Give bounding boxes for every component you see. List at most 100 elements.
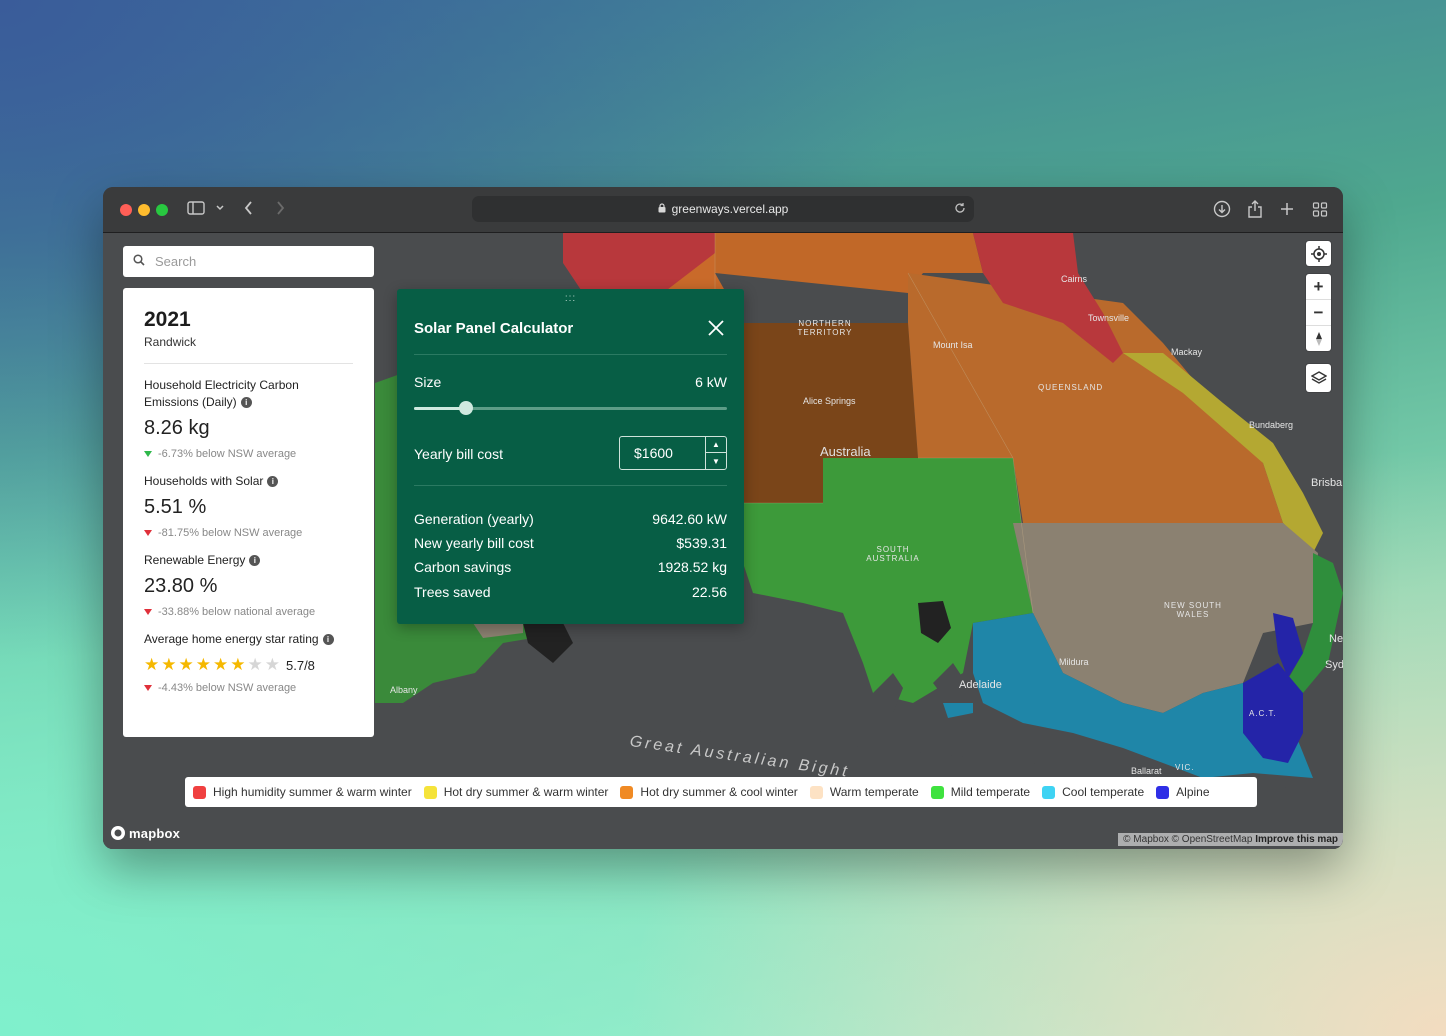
legend-swatch <box>1156 785 1170 799</box>
legend-item: Hot dry summer & warm winter <box>423 785 609 799</box>
result-value: 22.56 <box>691 584 727 600</box>
map-canvas[interactable]: NORTHERN TERRITORY QUEENSLAND SOUTH AUST… <box>103 233 1343 849</box>
star-rating: ★ ★ ★ ★ ★ ★ ★ ★ 5.7/8 <box>144 656 353 674</box>
legend-swatch <box>193 785 206 799</box>
stat-renewable-energy: Renewable Energy i 23.80 % -33.88% below … <box>144 552 353 618</box>
legend-label: Alpine <box>1176 785 1210 799</box>
star-icon: ★ <box>195 655 211 674</box>
legend-item: Warm temperate <box>809 785 919 799</box>
result-row: Carbon savings 1928.52 kg <box>414 559 727 575</box>
divider <box>414 354 727 355</box>
slider-fill <box>414 407 466 410</box>
bill-label: Yearly bill cost <box>414 446 503 462</box>
tab-overview-icon[interactable] <box>1312 200 1328 218</box>
minimize-window-button[interactable] <box>138 204 150 216</box>
result-value: 9642.60 kW <box>652 511 727 527</box>
share-icon[interactable] <box>1247 200 1263 218</box>
decrement-button[interactable]: ▼ <box>706 453 726 469</box>
stat-comparison: -81.75% below NSW average <box>158 527 303 539</box>
compass-button[interactable] <box>1306 326 1331 351</box>
zoom-in-button[interactable]: + <box>1306 274 1331 300</box>
info-icon[interactable]: i <box>267 476 279 488</box>
result-value: $539.31 <box>676 535 727 551</box>
layers-icon[interactable] <box>1306 364 1331 392</box>
search-box[interactable] <box>123 246 374 277</box>
forward-icon[interactable] <box>274 200 286 216</box>
suburb-stats-panel: 2021 Randwick Household Electricity Carb… <box>123 288 374 737</box>
legend-swatch <box>809 785 823 799</box>
slider-thumb[interactable] <box>458 401 473 415</box>
stat-label: Household Electricity Carbon Emissions (… <box>144 378 299 409</box>
sidebar-toggle-icon[interactable] <box>187 200 205 216</box>
search-input[interactable] <box>153 253 357 270</box>
result-label: Generation (yearly) <box>414 511 534 527</box>
city-newcastle: Ne <box>1329 633 1343 645</box>
calculator-title: Solar Panel Calculator <box>414 320 574 337</box>
url-text: greenways.vercel.app <box>671 202 789 216</box>
city-albany: Albany <box>390 685 418 695</box>
stat-label: Renewable Energy <box>144 553 246 567</box>
star-icon: ★ <box>178 655 194 674</box>
map-label-act: A.C.T. <box>1249 709 1277 718</box>
back-icon[interactable] <box>243 200 255 216</box>
download-icon[interactable] <box>1213 200 1231 218</box>
city-townsville: Townsville <box>1088 313 1130 323</box>
legend-label: Hot dry summer & warm winter <box>443 785 609 799</box>
city-mildura: Mildura <box>1059 657 1089 667</box>
legend-label: High humidity summer & warm winter <box>213 785 412 799</box>
zoom-out-button[interactable]: − <box>1306 300 1331 326</box>
attribution-text[interactable]: © Mapbox © OpenStreetMap <box>1123 834 1252 845</box>
map-attribution: © Mapbox © OpenStreetMap Improve this ma… <box>1118 833 1343 846</box>
stat-star-rating: Average home energy star rating i ★ ★ ★ ★ ★ ★ ★… <box>144 631 353 694</box>
result-label: New yearly bill cost <box>414 535 534 551</box>
star-icon: ★ <box>144 655 160 674</box>
maximize-window-button[interactable] <box>156 204 168 216</box>
divider <box>414 485 727 486</box>
stat-households-solar: Households with Solar i 5.51 % -81.75% be… <box>144 473 353 539</box>
mapbox-brand: mapbox <box>129 825 181 841</box>
city-bundaberg: Bundaberg <box>1249 420 1294 430</box>
info-icon[interactable]: i <box>240 397 252 409</box>
close-icon <box>708 320 724 336</box>
stat-carbon-emissions: Household Electricity Carbon Emissions (… <box>144 377 353 460</box>
increment-button[interactable]: ▲ <box>706 437 726 453</box>
legend-label: Warm temperate <box>829 785 919 799</box>
map-label-qld: QUEENSLAND <box>1038 383 1104 392</box>
legend-item: High humidity summer & warm winter <box>193 785 412 799</box>
result-label: Carbon savings <box>414 559 512 575</box>
layers-control[interactable] <box>1306 364 1331 392</box>
result-row: Trees saved 22.56 <box>414 584 727 600</box>
result-row: Generation (yearly) 9642.60 kW <box>414 511 727 527</box>
stat-label: Average home energy star rating <box>144 632 319 646</box>
close-button[interactable] <box>707 319 725 337</box>
city-mount-isa: Mount Isa <box>933 340 973 350</box>
divider <box>144 363 353 364</box>
stat-value: 5.51 % <box>144 496 207 518</box>
close-window-button[interactable] <box>120 204 132 216</box>
improve-map-link[interactable]: Improve this map <box>1255 834 1338 845</box>
chevron-down-icon[interactable] <box>215 200 225 216</box>
zoom-controls: + − <box>1306 274 1331 351</box>
lock-icon <box>658 202 666 216</box>
legend-swatch <box>1042 785 1056 799</box>
size-label: Size <box>414 374 442 390</box>
mapbox-logo[interactable]: mapbox <box>110 825 180 841</box>
map-label-nt: NORTHERN TERRITORY <box>797 319 853 337</box>
stats-suburb: Randwick <box>144 335 197 349</box>
map-label-australia: Australia <box>820 444 871 459</box>
info-icon[interactable]: i <box>249 555 261 567</box>
city-adelaide: Adelaide <box>959 679 1002 691</box>
legend-swatch <box>620 785 634 799</box>
drag-handle[interactable]: ::: <box>397 293 744 304</box>
size-value: 6 kW <box>695 374 727 390</box>
info-icon[interactable]: i <box>322 634 334 646</box>
new-tab-icon[interactable] <box>1280 200 1294 218</box>
map-label-nsw: NEW SOUTH WALES <box>1164 601 1222 619</box>
address-bar[interactable]: greenways.vercel.app <box>472 196 974 222</box>
reload-icon[interactable] <box>954 202 966 217</box>
geolocate-control[interactable] <box>1306 241 1331 266</box>
stat-comparison: -6.73% below NSW average <box>158 448 297 460</box>
size-slider[interactable] <box>414 401 727 415</box>
bill-input[interactable]: $1600 ▲ ▼ <box>619 436 727 470</box>
geolocate-icon[interactable] <box>1306 241 1331 266</box>
